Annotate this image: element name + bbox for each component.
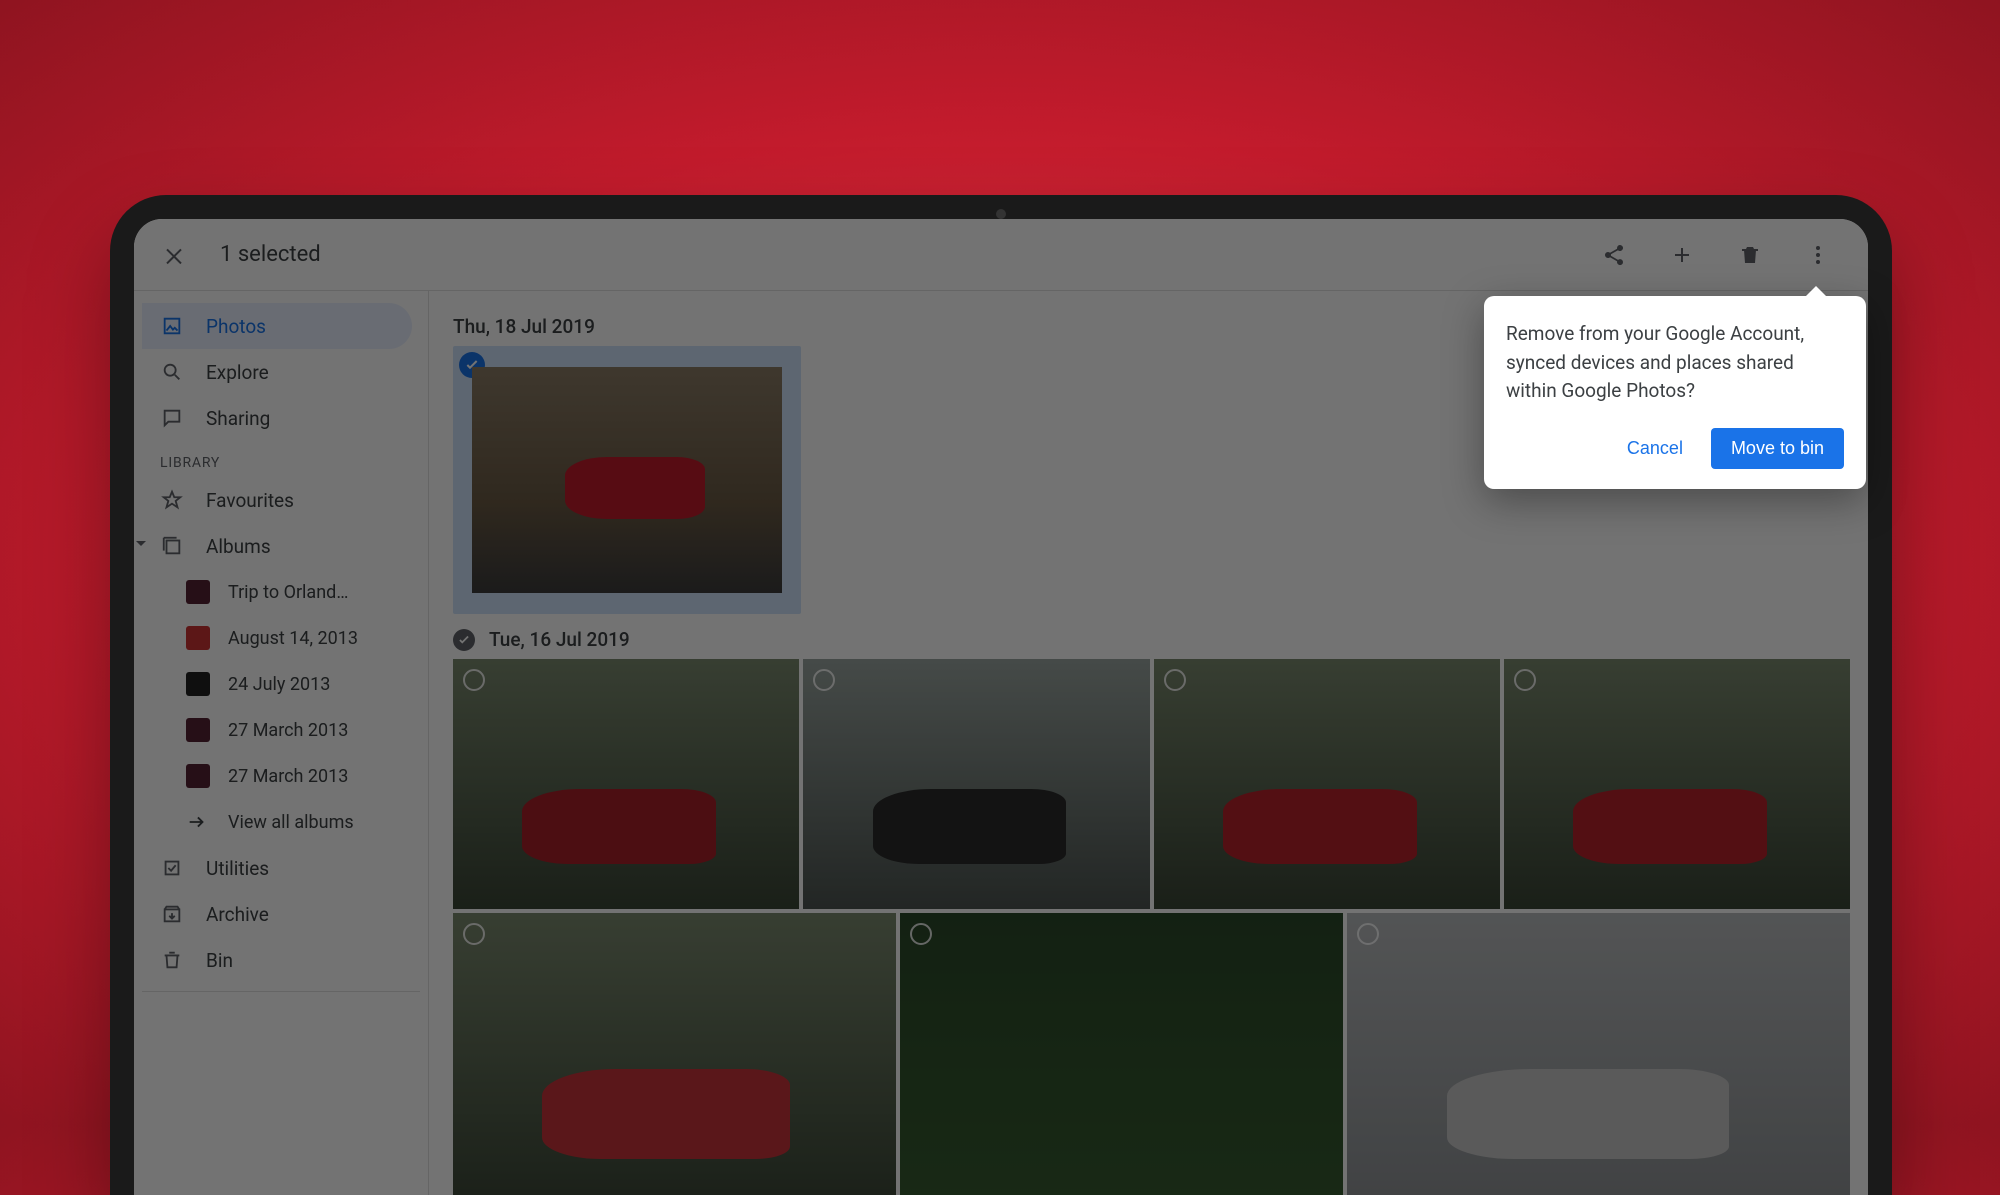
close-selection-button[interactable] xyxy=(152,233,196,277)
share-button[interactable] xyxy=(1592,233,1636,277)
album-label: 27 March 2013 xyxy=(228,720,348,741)
sidebar-item-favourites[interactable]: Favourites xyxy=(142,477,412,523)
sidebar-item-sharing[interactable]: Sharing xyxy=(142,395,412,441)
sidebar-item-photos[interactable]: Photos xyxy=(142,303,412,349)
album-thumb xyxy=(186,626,210,650)
selection-count: 1 selected xyxy=(220,242,321,267)
sidebar-item-albums[interactable]: Albums xyxy=(142,523,412,569)
sidebar-item-label: Sharing xyxy=(206,407,270,430)
sidebar-item-bin[interactable]: Bin xyxy=(142,937,412,983)
photo-tile[interactable] xyxy=(803,659,1149,909)
close-icon xyxy=(162,243,186,267)
select-ring-icon[interactable] xyxy=(1164,669,1186,691)
photo-tile[interactable] xyxy=(453,913,896,1195)
date-header[interactable]: Tue, 16 Jul 2019 xyxy=(453,628,1850,651)
star-icon xyxy=(160,488,184,512)
album-thumb xyxy=(186,672,210,696)
more-button[interactable] xyxy=(1796,233,1840,277)
trash-icon xyxy=(160,948,184,972)
album-label: 27 March 2013 xyxy=(228,766,348,787)
move-to-bin-button[interactable]: Move to bin xyxy=(1711,428,1844,469)
album-item[interactable]: 27 March 2013 xyxy=(142,707,420,753)
sidebar-item-label: Photos xyxy=(206,315,266,338)
select-ring-icon[interactable] xyxy=(463,669,485,691)
photo-tile[interactable] xyxy=(453,659,799,909)
add-to-button[interactable] xyxy=(1660,233,1704,277)
search-icon xyxy=(160,360,184,384)
share-icon xyxy=(1602,243,1626,267)
date-text: Thu, 18 Jul 2019 xyxy=(453,315,595,338)
sidebar-item-explore[interactable]: Explore xyxy=(142,349,412,395)
view-all-albums[interactable]: View all albums xyxy=(142,799,420,845)
album-item[interactable]: 27 March 2013 xyxy=(142,753,420,799)
select-ring-icon[interactable] xyxy=(813,669,835,691)
divider xyxy=(142,991,420,992)
photo-tile[interactable] xyxy=(1504,659,1850,909)
more-vert-icon xyxy=(1806,243,1830,267)
selection-toolbar: 1 selected xyxy=(134,219,1868,291)
select-ring-icon[interactable] xyxy=(463,923,485,945)
photo-tile-selected[interactable] xyxy=(453,346,801,614)
sidebar-item-label: Explore xyxy=(206,361,269,384)
sidebar-item-utilities[interactable]: Utilities xyxy=(142,845,412,891)
utilities-icon xyxy=(160,856,184,880)
date-text: Tue, 16 Jul 2019 xyxy=(489,628,630,651)
album-thumb xyxy=(186,718,210,742)
delete-confirm-popover: Remove from your Google Account, synced … xyxy=(1484,296,1866,489)
view-all-label: View all albums xyxy=(228,812,354,833)
album-label: Trip to Orland… xyxy=(228,582,348,603)
sidebar-item-label: Utilities xyxy=(206,857,269,880)
album-item[interactable]: 24 July 2013 xyxy=(142,661,420,707)
archive-icon xyxy=(160,902,184,926)
plus-icon xyxy=(1670,243,1694,267)
album-item[interactable]: August 14, 2013 xyxy=(142,615,420,661)
sidebar-item-label: Favourites xyxy=(206,489,294,512)
album-thumb xyxy=(186,580,210,604)
image-icon xyxy=(160,314,184,338)
select-all-day-icon[interactable] xyxy=(453,629,475,651)
select-ring-icon[interactable] xyxy=(1514,669,1536,691)
album-icon xyxy=(160,534,184,558)
photo-tile[interactable] xyxy=(900,913,1343,1195)
chat-icon xyxy=(160,406,184,430)
sidebar-item-label: Albums xyxy=(206,535,271,558)
sidebar-item-archive[interactable]: Archive xyxy=(142,891,412,937)
photo-thumbnail xyxy=(472,367,782,593)
trash-icon xyxy=(1738,243,1762,267)
sidebar-item-label: Archive xyxy=(206,903,269,926)
sidebar-section-label: LIBRARY xyxy=(142,441,420,477)
arrow-right-icon xyxy=(186,811,210,833)
select-ring-icon[interactable] xyxy=(910,923,932,945)
album-label: August 14, 2013 xyxy=(228,628,358,649)
album-thumb xyxy=(186,764,210,788)
sidebar: Photos Explore Sharing LIBRARY Favourite… xyxy=(134,291,429,1195)
album-item[interactable]: Trip to Orland… xyxy=(142,569,420,615)
photo-tile[interactable] xyxy=(1154,659,1500,909)
delete-button[interactable] xyxy=(1728,233,1772,277)
photo-tile[interactable] xyxy=(1347,913,1850,1195)
dialog-message: Remove from your Google Account, synced … xyxy=(1506,320,1844,406)
sidebar-item-label: Bin xyxy=(206,949,233,972)
select-ring-icon[interactable] xyxy=(1357,923,1379,945)
album-label: 24 July 2013 xyxy=(228,674,330,695)
cancel-button[interactable]: Cancel xyxy=(1613,428,1697,469)
